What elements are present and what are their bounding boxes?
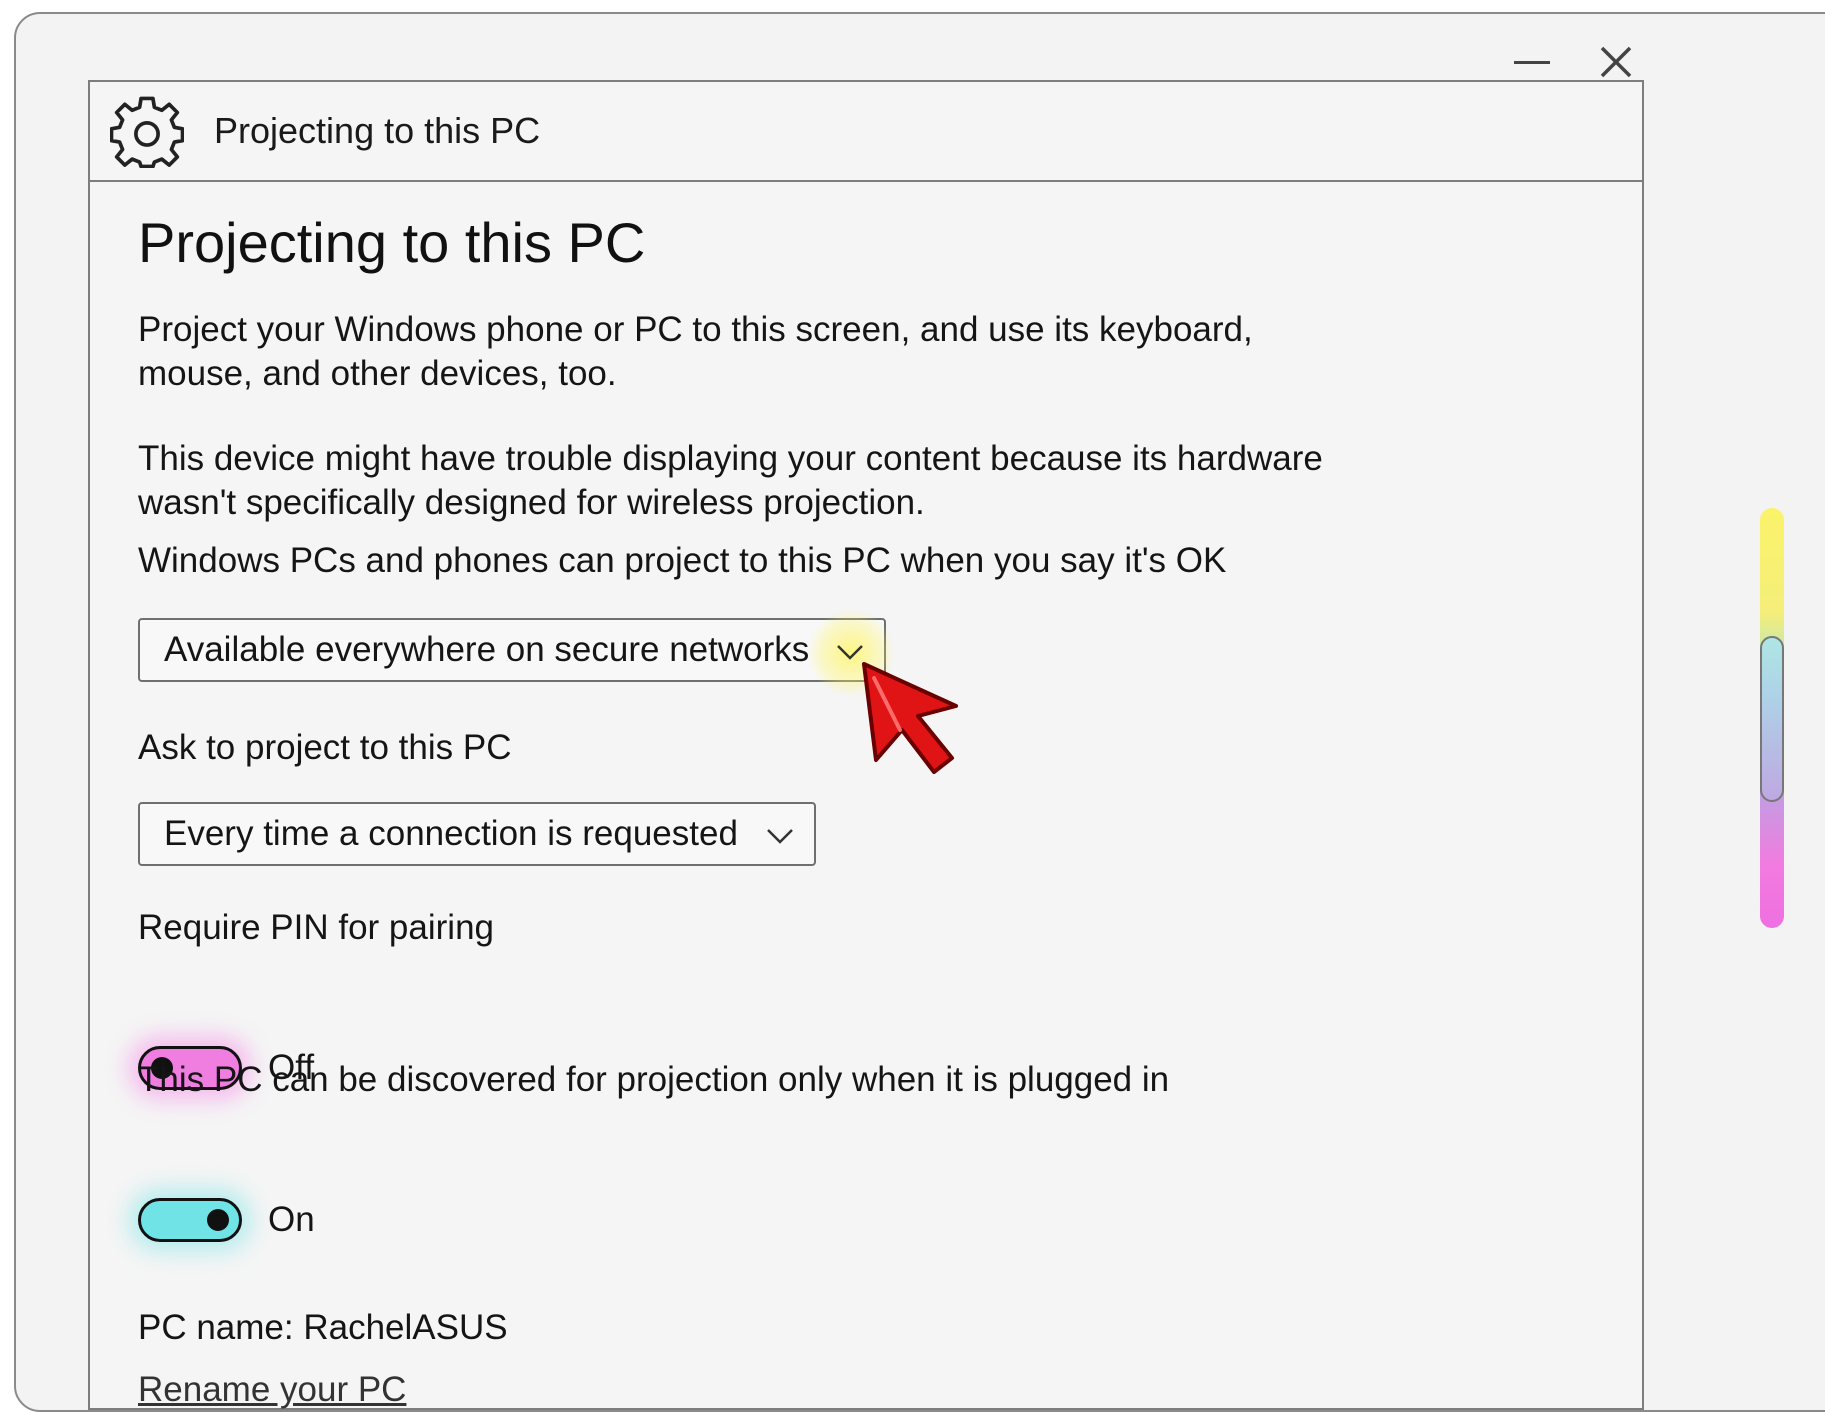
intro-text: Project your Windows phone or PC to this… [138,310,1253,393]
ask-to-project-label: Ask to project to this PC [138,728,512,767]
require-pin-label: Require PIN for pairing [138,908,494,947]
header-title: Projecting to this PC [214,110,541,151]
availability-dropdown[interactable]: Available everywhere on secure networks [138,610,894,696]
ask-to-project-dropdown[interactable]: Every time a connection is requested [138,802,816,866]
discoverable-label: This PC can be discovered for projection… [138,1060,1170,1099]
chevron-down-icon [767,829,793,844]
gear-icon [110,96,184,168]
mouse-cursor-icon [862,662,958,774]
panel-header: Projecting to this PC [90,82,1642,182]
discoverable-row: On [138,1198,315,1242]
availability-dropdown-value: Available everywhere on secure networks [164,630,810,669]
availability-label: Windows PCs and phones can project to th… [138,541,1227,580]
rename-pc-link[interactable]: Rename your PC [138,1370,406,1410]
scrollbar-thumb[interactable] [1760,636,1784,802]
discoverable-state: On [268,1200,315,1239]
close-icon [1600,46,1632,78]
toggle-knob [207,1209,229,1231]
pc-name-text: PC name: RachelASUS [138,1308,508,1347]
minimize-icon [1514,61,1550,64]
hardware-warning-text: This device might have trouble displayin… [138,439,1323,522]
discoverable-toggle[interactable] [138,1198,242,1242]
page-title: Projecting to this PC [138,211,646,274]
ask-to-project-dropdown-value: Every time a connection is requested [164,814,738,853]
